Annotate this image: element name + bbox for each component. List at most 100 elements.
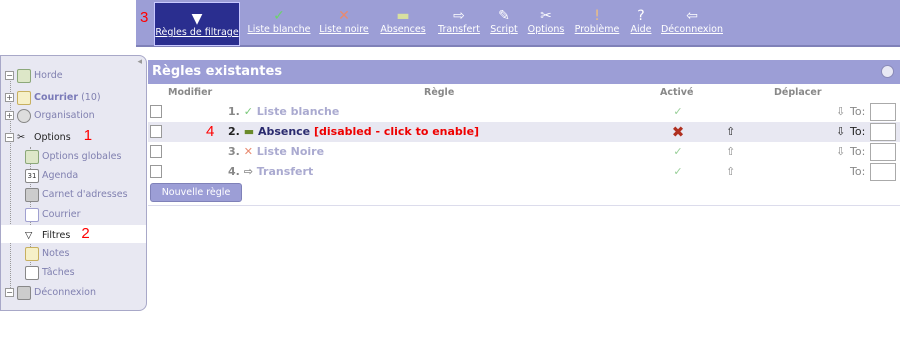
sidebar-item-notes[interactable]: Notes [25,245,69,263]
to-label: To: [850,125,866,138]
panel-header: Règles existantes [148,60,900,84]
tool-whitelist[interactable]: ✓ Liste blanche [246,0,312,45]
vacation-icon: ▬ [243,125,255,138]
move-up-icon[interactable]: ⇧ [726,142,735,162]
script-icon: ✎ [498,8,510,24]
edit-icon[interactable] [150,165,162,178]
rule-link[interactable]: 1. ✓ Liste blanche [228,102,339,122]
rules-panel: Règles existantes Modifier Règle Activé … [148,60,900,206]
rule-row: 4 2. ▬ Absence [disabled - click to enab… [148,122,900,142]
tool-help[interactable]: ? Aide [626,0,656,45]
rule-row: 4. ⇨ Transfert ✓ ⇧ To: [148,162,900,182]
sidebar-item-agenda[interactable]: 31 Agenda [25,167,78,185]
sidebar-item-organisation[interactable]: + Organisation [5,107,95,125]
tool-label: Absences [380,24,426,35]
tool-label: Transfert [438,24,480,35]
move-down-icon[interactable]: ⇩ [836,142,845,162]
rule-link[interactable]: 2. ▬ Absence [disabled - click to enable… [228,122,479,142]
sidebar-collapse-icon[interactable]: ◂ [137,57,142,67]
move-to-input[interactable] [870,103,896,121]
move-to-input[interactable] [870,143,896,161]
sidebar-item-filters[interactable]: ▽ Filtres 2 [1,225,146,243]
sidebar-item-label: Courrier [42,209,81,220]
rule-link[interactable]: 3. ✕ Liste Noire [228,142,324,162]
tree-toggle-icon[interactable]: − [5,288,14,297]
sidebar-item-logout[interactable]: − Déconnexion [5,284,96,302]
rule-number: 3. [228,145,240,158]
tool-label: Déconnexion [660,24,723,35]
sidebar-item-label: Options globales [42,151,122,162]
new-rule-button[interactable]: Nouvelle règle [150,183,242,202]
envelope-icon [25,207,39,222]
annotation-1: 1 [83,127,93,144]
sidebar-item-mail-options[interactable]: Courrier [25,206,81,224]
active-check-icon[interactable]: ✓ [668,102,688,122]
column-headers: Modifier Règle Activé Déplacer [148,85,900,99]
move-down-icon[interactable]: ⇩ [836,102,845,122]
cross-icon: ✕ [243,145,253,158]
rule-name: Liste blanche [256,105,340,118]
tool-forward[interactable]: ⇨ Transfert [434,0,484,45]
tool-filter-rules[interactable]: ▼ Règles de filtrage [154,2,240,46]
active-check-icon[interactable]: ✓ [668,162,688,182]
tools-icon: ✂ [540,8,552,24]
sidebar-item-options[interactable]: − ✂ Options 1 [5,127,92,145]
sidebar-item-mail[interactable]: + Courrier (10) [5,89,101,107]
logout-icon: ⇦ [686,8,698,24]
tool-script[interactable]: ✎ Script [486,0,522,45]
edit-icon[interactable] [150,105,162,118]
tool-label: Script [490,24,518,35]
expand-icon[interactable]: + [5,93,14,102]
tool-logout[interactable]: ⇦ Déconnexion [658,0,726,45]
disabled-notice[interactable]: [disabled - click to enable] [314,125,479,138]
tool-label: Liste noire [319,24,369,35]
vacation-icon: ▬ [396,8,410,24]
move-up-icon[interactable]: ⇧ [726,122,735,142]
sidebar-item-address-book[interactable]: Carnet d'adresses [25,186,128,204]
help-icon: ? [637,8,645,24]
top-toolbar: ▼ Règles de filtrage ✓ Liste blanche ✕ L… [0,0,900,47]
sidebar-item-label: Filtres [42,230,71,241]
page-title: Règles existantes [152,64,283,79]
annotation-2: 2 [81,225,90,242]
rule-name: Transfert [256,165,314,178]
col-active: Activé [660,87,694,98]
sidebar-item-label: Options [34,132,71,143]
tool-options[interactable]: ✂ Options [522,0,570,45]
sidebar-item-tasks[interactable]: Tâches [25,264,75,282]
sidebar-item-global-options[interactable]: Options globales [25,148,121,166]
tasks-icon [25,265,39,280]
tool-problem[interactable]: ! Problème [570,0,624,45]
inactive-cross-icon[interactable]: ✖ [668,122,688,142]
move-to-input[interactable] [870,123,896,141]
forward-icon: ⇨ [453,8,465,24]
tree-toggle-icon[interactable]: − [5,71,14,80]
collapse-icon[interactable]: − [5,133,14,142]
move-to-input[interactable] [870,163,896,181]
move-up-icon[interactable]: ⇧ [726,162,735,182]
sidebar-item-label: Carnet d'adresses [42,189,128,200]
toolbar-bar: ▼ Règles de filtrage ✓ Liste blanche ✕ L… [136,0,900,47]
rule-link[interactable]: 4. ⇨ Transfert [228,162,313,182]
rule-row: 1. ✓ Liste blanche ✓ ⇩ To: [148,102,900,122]
rule-number: 1. [228,105,240,118]
check-icon: ✓ [243,105,253,118]
mail-folder-icon [17,90,31,105]
active-check-icon[interactable]: ✓ [668,142,688,162]
tool-vacation[interactable]: ▬ Absences [376,0,430,45]
to-label: To: [850,145,866,158]
edit-icon[interactable] [150,125,162,138]
sidebar-item-label: Déconnexion [34,287,97,298]
sidebar-item-label: Courrier [34,92,79,103]
forward-icon: ⇨ [243,165,253,178]
move-down-icon[interactable]: ⇩ [836,122,845,142]
expand-icon[interactable]: + [5,111,14,120]
address-book-icon [25,187,39,202]
rule-number: 2. [228,125,240,138]
sidebar: ◂ − Horde + Courrier (10) + Organisation − ✂… [0,55,147,311]
sidebar-item-horde[interactable]: − Horde [5,67,63,85]
tool-blacklist[interactable]: ✕ Liste noire [316,0,372,45]
edit-icon[interactable] [150,145,162,158]
close-icon[interactable] [881,65,894,78]
calendar-icon: 31 [25,168,39,183]
